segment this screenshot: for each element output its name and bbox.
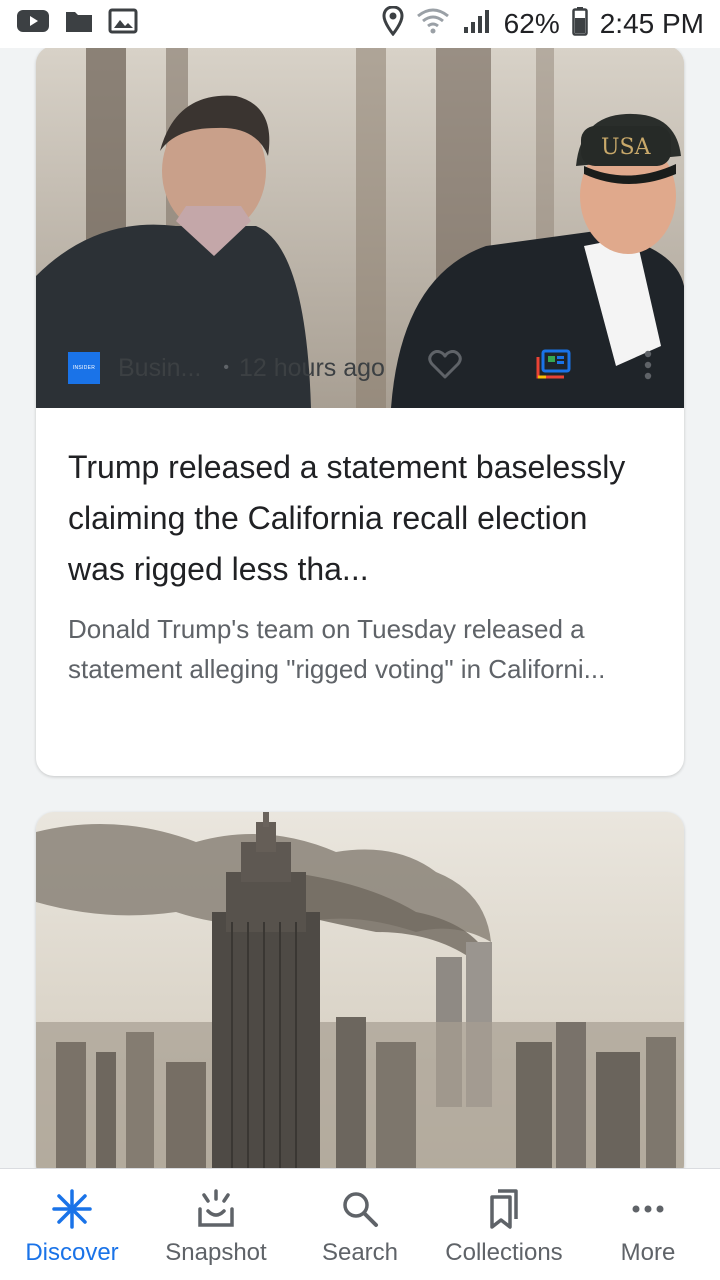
- youtube-notification-icon: [16, 8, 50, 41]
- news-card-image[interactable]: [36, 812, 684, 1168]
- published-time: 12 hours ago: [238, 353, 385, 382]
- nav-search[interactable]: Search: [288, 1169, 432, 1280]
- meta-separator: •: [223, 359, 229, 376]
- battery-percent: 62%: [503, 8, 560, 39]
- like-heart-icon[interactable]: [428, 349, 462, 387]
- news-card[interactable]: [36, 812, 684, 1168]
- folder-notification-icon: [64, 8, 94, 41]
- nav-more[interactable]: More: [576, 1169, 720, 1280]
- wifi-icon: [416, 7, 450, 42]
- status-time: 2:45 PM: [599, 8, 704, 39]
- nav-label: More: [620, 1239, 676, 1266]
- nav-label: Discover: [25, 1239, 119, 1266]
- image-notification-icon: [108, 8, 138, 41]
- nav-snapshot[interactable]: Snapshot: [144, 1169, 288, 1280]
- battery-icon: [571, 6, 588, 43]
- source-logo-text: INSIDER: [72, 365, 96, 371]
- nav-label: Collections: [445, 1239, 563, 1266]
- more-options-icon[interactable]: [644, 350, 652, 387]
- search-icon: [338, 1187, 382, 1231]
- discover-feed[interactable]: USA Trump released a statement baselessl…: [0, 48, 720, 1168]
- snapshot-icon: [194, 1187, 238, 1231]
- nav-label: Snapshot: [165, 1239, 267, 1266]
- svg-text:USA: USA: [601, 135, 652, 160]
- source-name[interactable]: Busin...: [118, 354, 201, 383]
- nav-label: Search: [321, 1239, 399, 1266]
- news-headline[interactable]: Trump released a statement baselessly cl…: [68, 442, 652, 595]
- discover-asterisk-icon: [50, 1187, 94, 1231]
- full-coverage-icon[interactable]: [534, 349, 572, 388]
- news-snippet[interactable]: Donald Trump's team on Tuesday released …: [68, 609, 652, 689]
- nav-collections[interactable]: Collections: [432, 1169, 576, 1280]
- signal-icon: [462, 7, 492, 42]
- nav-discover[interactable]: Discover: [0, 1169, 144, 1280]
- location-icon: [382, 4, 404, 43]
- news-card-meta: INSIDER Busin... • 12 hours ago: [68, 348, 652, 388]
- news-card-body: Trump released a statement baselessly cl…: [36, 408, 684, 689]
- bottom-navigation: Discover Snapshot Search Collections Mor…: [0, 1168, 720, 1280]
- collections-bookmark-icon: [482, 1187, 526, 1231]
- status-bar: 62% 2:45 PM: [0, 0, 720, 48]
- source-logo: INSIDER: [68, 352, 100, 384]
- screen: 62% 2:45 PM USA Trump released a stateme…: [0, 0, 720, 1280]
- more-dots-icon: [626, 1187, 670, 1231]
- news-card[interactable]: USA Trump released a statement baselessl…: [36, 48, 684, 776]
